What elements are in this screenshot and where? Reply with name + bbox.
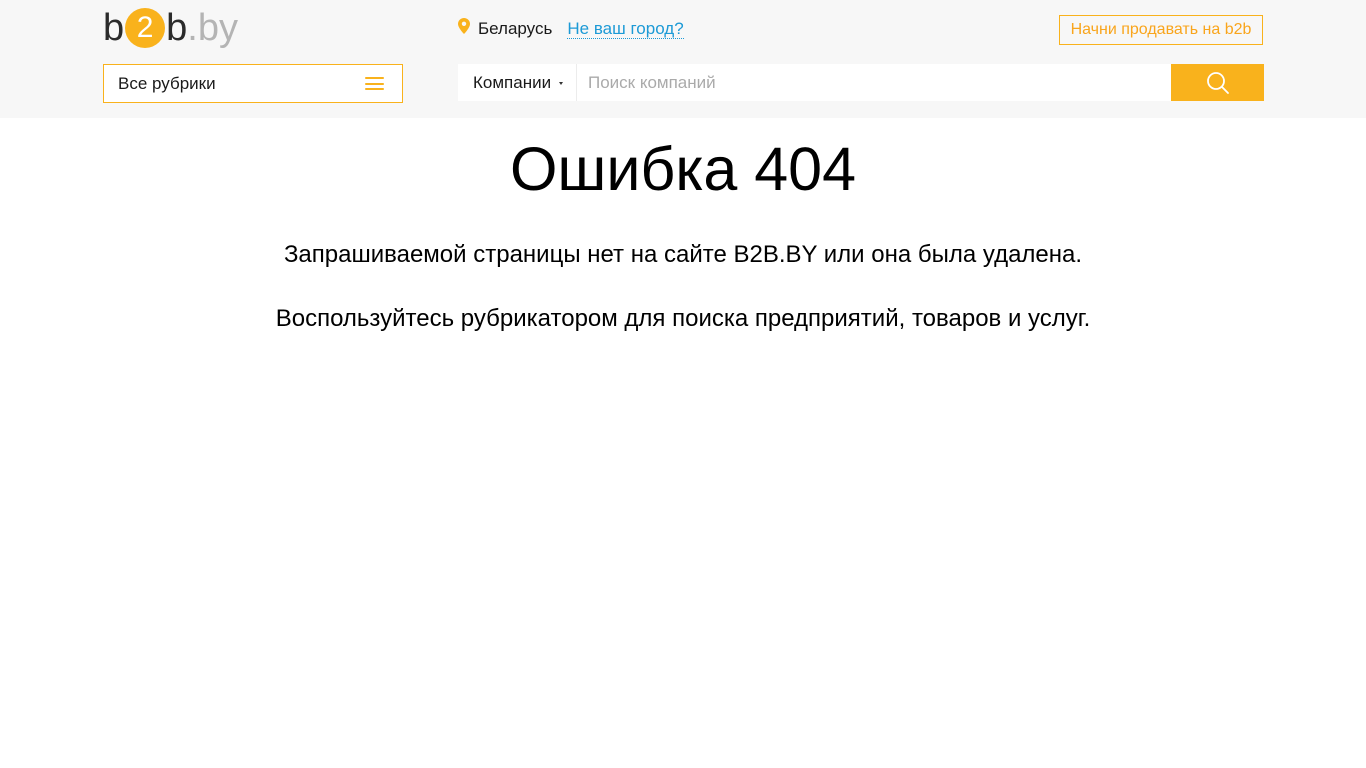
change-city-link[interactable]: Не ваш город?: [567, 19, 684, 39]
start-selling-button[interactable]: Начни продавать на b2b: [1059, 15, 1263, 45]
search-button[interactable]: [1171, 64, 1264, 101]
search-icon: [1206, 71, 1229, 94]
search-type-label: Компании: [473, 72, 552, 92]
logo-letter-b-second: b: [166, 7, 188, 49]
menu-icon: [365, 77, 384, 90]
caret-down-icon: [559, 82, 564, 85]
site-logo[interactable]: b 2 b . by: [103, 6, 238, 50]
map-pin-icon: [458, 18, 470, 34]
search-input[interactable]: [577, 64, 1171, 101]
current-city: Беларусь: [478, 19, 553, 38]
logo-letter-b: b: [103, 7, 125, 49]
error-message: Запрашиваемой страницы нет на сайте B2B.…: [283, 241, 1083, 268]
all-rubrics-dropdown[interactable]: Все рубрики: [103, 64, 403, 103]
logo-dot: .: [187, 7, 198, 49]
location-bar: Беларусь Не ваш город?: [458, 18, 684, 40]
logo-circle-two: 2: [125, 8, 166, 48]
error-hint: Воспользуйтесь рубрикатором для поиска п…: [275, 305, 1091, 333]
page-title: Ошибка 404: [509, 135, 857, 203]
logo-by: by: [197, 7, 238, 49]
site-header: b 2 b . by Беларусь Не ваш город? Начни …: [0, 0, 1366, 118]
all-rubrics-label: Все рубрики: [118, 73, 216, 93]
search-bar: Компании: [458, 64, 1264, 101]
main-content: Ошибка 404 Запрашиваемой страницы нет на…: [0, 118, 1366, 333]
search-type-select[interactable]: Компании: [458, 64, 577, 101]
